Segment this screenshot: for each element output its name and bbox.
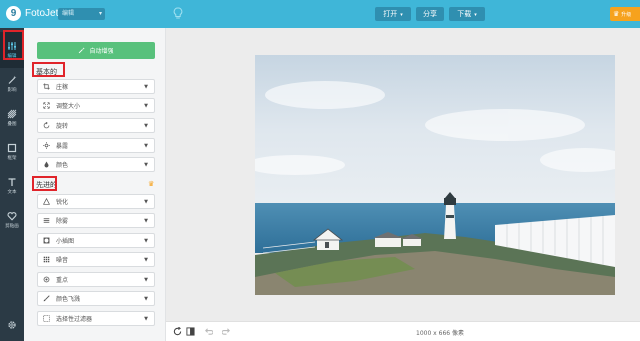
sun-icon [43, 142, 50, 149]
rail-item-effects[interactable]: 影响 [0, 66, 24, 102]
logo-text: FotoJet [25, 8, 59, 19]
undo-icon[interactable] [204, 327, 213, 336]
caret-down-icon: ▼ [144, 123, 148, 129]
option-label: 颜色飞溅 [56, 296, 81, 303]
caret-down-icon: ▼ [144, 143, 148, 149]
heart-icon [7, 212, 17, 221]
option-exposure[interactable]: 暴露 ▼ [37, 138, 155, 153]
vignette-icon [43, 237, 50, 244]
chevron-down-icon: ▾ [474, 12, 477, 18]
caret-down-icon: ▼ [144, 103, 148, 109]
option-label: 颜色 [56, 162, 69, 169]
mode-select-value: 编辑 [62, 10, 75, 17]
crown-icon: ♛ [613, 10, 620, 18]
photo-canvas[interactable] [255, 55, 615, 295]
highlight-advanced [32, 176, 57, 191]
option-sharpen[interactable]: 锐化 ▼ [37, 194, 155, 209]
crown-icon: ♛ [148, 180, 155, 188]
noise-grid-icon [43, 256, 50, 263]
mode-select[interactable]: 编辑 ▾ [58, 8, 105, 20]
download-button-label: 下载 [457, 10, 472, 18]
resize-icon [43, 102, 50, 109]
text-icon [8, 178, 16, 186]
highlight-basic [32, 62, 65, 77]
rail-item-label: 框架 [7, 156, 17, 161]
magic-wand-icon [79, 47, 86, 54]
option-label: 锐化 [56, 199, 69, 206]
option-selective-filter[interactable]: 选择性过滤器 ▼ [37, 311, 155, 326]
wand-icon [8, 75, 17, 84]
caret-down-icon: ▼ [144, 296, 148, 302]
chevron-down-icon: ▾ [98, 10, 102, 17]
rail-item-label: 剪贴画 [5, 224, 19, 229]
download-button[interactable]: 下载 ▾ [449, 7, 485, 21]
compare-icon[interactable] [186, 327, 195, 336]
texture-icon [7, 109, 17, 119]
lightbulb-icon[interactable] [173, 7, 183, 20]
rail-item-clipart[interactable]: 剪贴画 [0, 202, 24, 238]
triangle-icon [43, 198, 50, 205]
rail-item-text[interactable]: 文本 [0, 168, 24, 204]
option-resize[interactable]: 调整大小 ▼ [37, 98, 155, 113]
caret-down-icon: ▼ [144, 218, 148, 224]
caret-down-icon: ▼ [144, 84, 148, 90]
caret-down-icon: ▼ [144, 199, 148, 205]
app-logo[interactable]: 9 FotoJet [6, 6, 58, 21]
caret-down-icon: ▼ [144, 316, 148, 322]
share-button[interactable]: 分享 [416, 7, 444, 21]
rail-item-frame[interactable]: 框架 [0, 134, 24, 170]
crop-icon [43, 83, 50, 90]
focus-icon [43, 276, 50, 283]
share-button-label: 分享 [423, 10, 437, 18]
selection-icon [43, 315, 50, 322]
option-label: 小插图 [56, 238, 75, 245]
haze-icon [43, 218, 50, 223]
open-button-label: 打开 [383, 10, 398, 18]
option-vignette[interactable]: 小插图 ▼ [37, 233, 155, 248]
rail-item-label: 叠图 [7, 122, 17, 127]
option-label: 暴露 [56, 143, 69, 150]
option-color[interactable]: 颜色 ▼ [37, 157, 155, 172]
rail-item-label: 文本 [7, 190, 17, 195]
option-crop[interactable]: 庄稼 ▼ [37, 79, 155, 94]
option-label: 旋转 [56, 123, 69, 130]
open-button[interactable]: 打开 ▾ [375, 7, 411, 21]
option-rotate[interactable]: 旋转 ▼ [37, 118, 155, 133]
premium-button[interactable]: ♛ 升级 [610, 7, 640, 21]
left-rail: 编辑 影响 叠图 框架 文本 剪贴画 [0, 28, 24, 341]
premium-label: 升级 [621, 11, 632, 18]
lighthouse [444, 192, 456, 239]
reset-icon[interactable] [173, 327, 182, 336]
caret-down-icon: ▼ [144, 277, 148, 283]
image-dimensions: 1000 x 666 像素 [416, 330, 464, 337]
option-label: 噪音 [56, 257, 69, 264]
redo-icon[interactable] [222, 327, 231, 336]
option-label: 重点 [56, 277, 69, 284]
option-dehaze[interactable]: 除雾 ▼ [37, 213, 155, 228]
gear-icon[interactable] [7, 320, 17, 330]
logo-mark-icon: 9 [6, 6, 21, 21]
highlight-edit-tool [3, 30, 24, 60]
caret-down-icon: ▼ [144, 257, 148, 263]
auto-enhance-label: 自动增强 [89, 48, 114, 55]
option-label: 除雾 [56, 218, 69, 225]
option-noise[interactable]: 噪音 ▼ [37, 252, 155, 267]
option-label: 调整大小 [56, 103, 81, 110]
frame-icon [7, 143, 17, 153]
option-label: 庄稼 [56, 84, 69, 91]
bottom-bar: 1000 x 666 像素 [166, 321, 640, 341]
caret-down-icon: ▼ [144, 238, 148, 244]
rotate-icon [43, 122, 50, 129]
chevron-down-icon: ▾ [400, 12, 403, 18]
option-label: 选择性过滤器 [56, 316, 93, 323]
rail-item-overlay[interactable]: 叠图 [0, 100, 24, 136]
brush-icon [43, 295, 50, 302]
caret-down-icon: ▼ [144, 162, 148, 168]
auto-enhance-button[interactable]: 自动增强 [37, 42, 155, 59]
rail-item-label: 影响 [7, 88, 17, 93]
option-color-splash[interactable]: 颜色飞溅 ▼ [37, 291, 155, 306]
drop-icon [44, 161, 49, 168]
option-focus[interactable]: 重点 ▼ [37, 272, 155, 287]
top-bar: 9 FotoJet 编辑 ▾ 打开 ▾ 分享 下载 ▾ ♛ 升级 [0, 0, 640, 28]
